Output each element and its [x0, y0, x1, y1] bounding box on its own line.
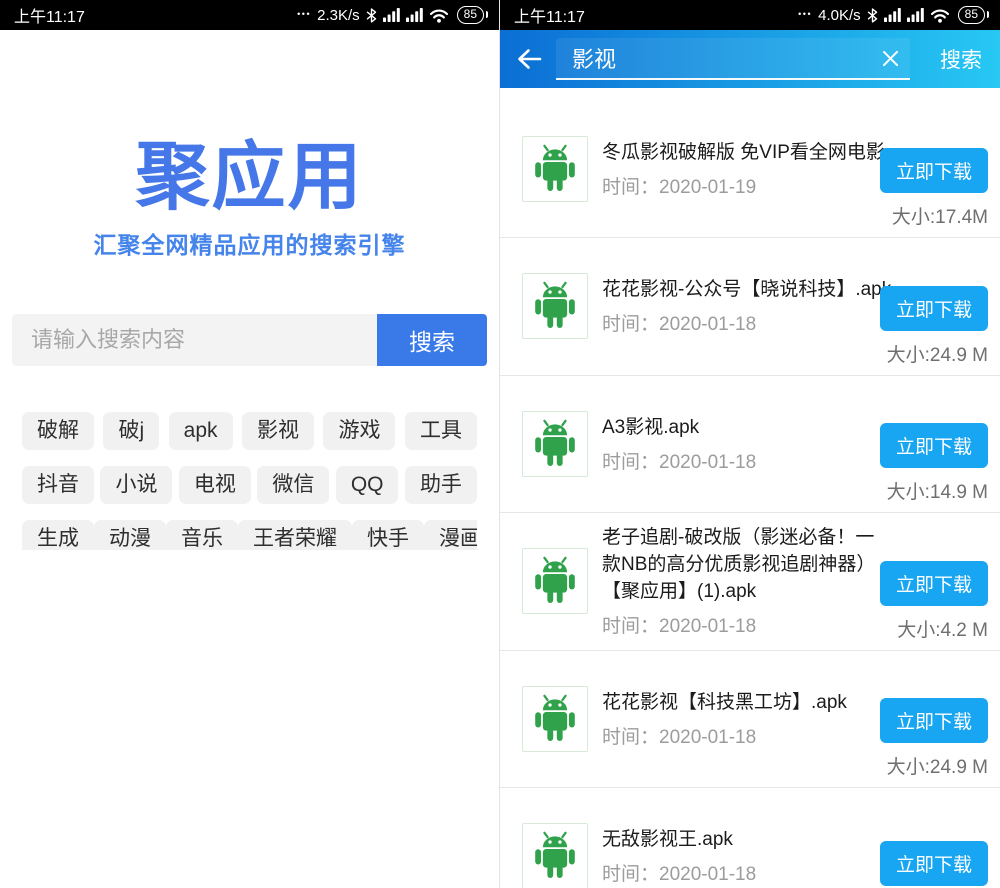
result-item: 老子追剧-破改版（影迷必备！一款NB的高分优质影视追剧神器）【聚应用】(1).a… — [500, 513, 1000, 651]
app-logo: 聚应用 — [0, 140, 499, 214]
results-list: 冬瓜影视破解版 免VIP看全网电影 时间：2020-01-19 立即下载 大小:… — [500, 88, 1000, 888]
download-button[interactable]: 立即下载 — [880, 148, 988, 193]
search-field — [556, 38, 910, 80]
tag-button[interactable]: QQ — [336, 466, 399, 504]
download-button[interactable]: 立即下载 — [880, 561, 988, 606]
android-robot-icon — [528, 554, 582, 608]
result-item: A3影视.apk 时间：2020-01-18 立即下载 大小:14.9 M — [500, 376, 1000, 514]
app-icon — [522, 273, 588, 339]
result-item: 花花影视【科技黑工坊】.apk 时间：2020-01-18 立即下载 大小:24… — [500, 651, 1000, 789]
back-arrow-icon — [515, 47, 543, 71]
result-item: 无敌影视王.apk 时间：2020-01-18 立即下载 — [500, 788, 1000, 888]
wifi-icon — [429, 8, 449, 23]
android-robot-icon — [528, 829, 582, 883]
result-size: 大小:14.9 M — [887, 477, 988, 504]
app-icon — [522, 686, 588, 752]
battery-icon: 85 — [958, 6, 985, 24]
data-usage-dots-icon — [297, 9, 311, 19]
search-bar: 搜索 — [12, 314, 487, 366]
tag-button[interactable]: 破解 — [22, 412, 94, 450]
tag-button[interactable]: 破j — [103, 412, 159, 450]
tagline: 汇聚全网精品应用的搜索引擎 — [0, 226, 499, 260]
right-screenshot: 上午11:17 4.0K/s 85 搜索 冬瓜影 — [500, 0, 1000, 888]
tag-button[interactable]: 快手 — [352, 520, 424, 550]
android-robot-icon — [528, 142, 582, 196]
tag-button[interactable]: 电视 — [179, 466, 251, 504]
tag-button[interactable]: 王者荣耀 — [238, 520, 352, 550]
network-speed: 4.0K/s — [818, 7, 861, 24]
tag-button[interactable]: apk — [169, 412, 233, 450]
download-button[interactable]: 立即下载 — [880, 286, 988, 331]
clear-button[interactable] — [879, 47, 902, 70]
android-robot-icon — [528, 417, 582, 471]
status-time: 上午11:17 — [514, 3, 585, 27]
search-input[interactable] — [12, 314, 377, 366]
cell-signal-icon — [406, 8, 423, 22]
result-size: 大小:4.2 M — [897, 615, 988, 642]
result-size: 大小:17.4M — [892, 202, 988, 229]
left-screenshot: 上午11:17 2.3K/s 85 聚应用 汇聚全网精品应用的搜索引擎 搜索 破… — [0, 0, 500, 888]
search-header: 搜索 — [500, 30, 1000, 88]
app-icon — [522, 411, 588, 477]
tag-button[interactable]: 影视 — [242, 412, 314, 450]
app-icon — [522, 823, 588, 888]
result-date: 时间：2020-01-18 — [602, 859, 892, 886]
tag-button[interactable]: 微信 — [257, 466, 329, 504]
tag-button[interactable]: 助手 — [405, 466, 477, 504]
download-button[interactable]: 立即下载 — [880, 841, 988, 886]
data-usage-dots-icon — [798, 9, 812, 19]
tag-row: 破解 破j apk 影视 游戏 工具 — [22, 412, 477, 450]
bluetooth-icon — [867, 8, 878, 23]
tag-button[interactable]: 生成 — [22, 520, 94, 550]
result-title: 花花影视-公众号【晓说科技】.apk — [602, 276, 892, 303]
bluetooth-icon — [366, 8, 377, 23]
search-query-input[interactable] — [570, 44, 879, 72]
result-title: 老子追剧-破改版（影迷必备！一款NB的高分优质影视追剧神器）【聚应用】(1).a… — [602, 524, 892, 605]
wifi-icon — [930, 8, 950, 23]
tag-button[interactable]: 小说 — [100, 466, 172, 504]
cell-signal-icon — [383, 8, 400, 22]
back-button[interactable] — [512, 42, 546, 76]
result-size: 大小:24.9 M — [887, 340, 988, 367]
hot-tags: 破解 破j apk 影视 游戏 工具 抖音 小说 电视 微信 QQ 助手 生成 … — [22, 412, 477, 550]
result-date: 时间：2020-01-18 — [602, 722, 892, 749]
result-item: 冬瓜影视破解版 免VIP看全网电影 时间：2020-01-19 立即下载 大小:… — [500, 101, 1000, 239]
download-button[interactable]: 立即下载 — [880, 698, 988, 743]
tag-button[interactable]: 音乐 — [166, 520, 238, 550]
tag-button[interactable]: 漫画 — [424, 520, 477, 550]
tag-button[interactable]: 工具 — [405, 412, 477, 450]
app-icon — [522, 548, 588, 614]
result-item: 花花影视-公众号【晓说科技】.apk 时间：2020-01-18 立即下载 大小… — [500, 238, 1000, 376]
status-time: 上午11:17 — [14, 3, 85, 27]
result-title: A3影视.apk — [602, 414, 892, 441]
result-size: 大小:24.9 M — [887, 752, 988, 779]
result-date: 时间：2020-01-18 — [602, 309, 892, 336]
tag-row: 抖音 小说 电视 微信 QQ 助手 — [22, 466, 477, 504]
app-icon — [522, 136, 588, 202]
tag-button[interactable]: 游戏 — [323, 412, 395, 450]
cell-signal-icon — [884, 8, 901, 22]
status-bar: 上午11:17 2.3K/s 85 — [0, 0, 499, 30]
tag-button[interactable]: 动漫 — [94, 520, 166, 550]
android-robot-icon — [528, 279, 582, 333]
cell-signal-icon — [907, 8, 924, 22]
result-date: 时间：2020-01-18 — [602, 447, 892, 474]
status-bar: 上午11:17 4.0K/s 85 — [500, 0, 1000, 30]
tag-button[interactable]: 抖音 — [22, 466, 94, 504]
battery-icon: 85 — [457, 6, 484, 24]
result-title: 花花影视【科技黑工坊】.apk — [602, 689, 892, 716]
clear-x-icon — [881, 49, 900, 68]
result-title: 冬瓜影视破解版 免VIP看全网电影 — [602, 139, 892, 166]
search-submit-button[interactable]: 搜索 — [934, 44, 988, 74]
download-button[interactable]: 立即下载 — [880, 423, 988, 468]
android-robot-icon — [528, 692, 582, 746]
result-title: 无敌影视王.apk — [602, 826, 892, 853]
network-speed: 2.3K/s — [317, 7, 360, 24]
result-date: 时间：2020-01-19 — [602, 172, 892, 199]
search-button[interactable]: 搜索 — [377, 314, 487, 366]
tag-row: 生成 动漫 音乐 王者荣耀 快手 漫画 — [22, 520, 477, 550]
result-date: 时间：2020-01-18 — [602, 611, 892, 638]
